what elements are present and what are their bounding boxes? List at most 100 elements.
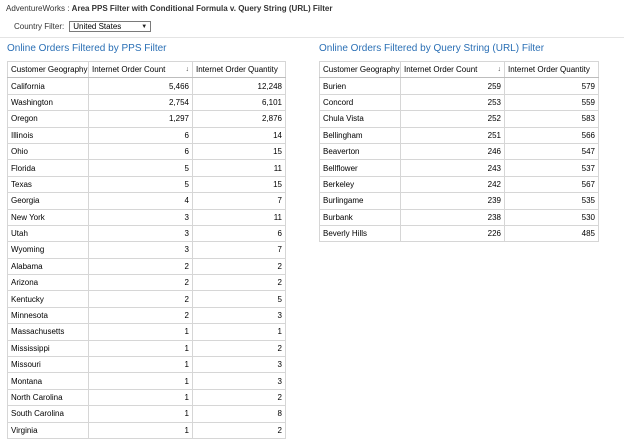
order-quantity-cell: 6: [192, 224, 286, 243]
country-filter-label: Country Filter:: [14, 22, 65, 31]
order-count-cell: 1: [88, 323, 193, 341]
geography-cell[interactable]: Mississippi: [7, 339, 89, 358]
column-header-order-quantity[interactable]: Internet Order Quantity: [192, 60, 286, 79]
order-quantity-cell: 530: [504, 208, 599, 226]
sort-descending-icon[interactable]: ↓: [498, 66, 502, 73]
geography-cell[interactable]: Beaverton: [319, 142, 401, 161]
order-count-cell: 1: [88, 388, 193, 407]
geography-cell[interactable]: Missouri: [7, 356, 89, 374]
order-count-cell: 2: [88, 290, 193, 308]
order-count-cell: 1: [88, 339, 193, 358]
table-row: Concord 253 559: [319, 93, 599, 112]
geography-cell[interactable]: Ohio: [7, 142, 89, 161]
order-quantity-cell: 7: [192, 241, 286, 259]
geography-cell[interactable]: New York: [7, 208, 89, 226]
table-row: Alabama 2 2: [7, 257, 286, 276]
geography-cell[interactable]: North Carolina: [7, 388, 89, 407]
order-quantity-cell: 2: [192, 257, 286, 276]
table-row: Wyoming 3 7: [7, 241, 286, 259]
geography-cell[interactable]: Georgia: [7, 192, 89, 210]
order-quantity-cell: 583: [504, 110, 599, 128]
geography-cell[interactable]: Bellingham: [319, 126, 401, 144]
order-count-cell: 242: [400, 175, 505, 194]
chevron-down-icon[interactable]: ▼: [141, 24, 147, 30]
order-quantity-cell: 535: [504, 192, 599, 210]
order-count-cell: 251: [400, 126, 505, 144]
table-row: Illinois 6 14: [7, 126, 286, 144]
geography-cell[interactable]: Florida: [7, 159, 89, 177]
order-quantity-cell: 3: [192, 306, 286, 325]
order-quantity-cell: 566: [504, 126, 599, 144]
table-row: Arizona 2 2: [7, 274, 286, 292]
table-row: Beverly Hills 226 485: [319, 224, 599, 243]
geography-cell[interactable]: California: [7, 77, 89, 95]
geography-cell[interactable]: Wyoming: [7, 241, 89, 259]
order-count-cell: 5: [88, 175, 193, 194]
geography-cell[interactable]: Arizona: [7, 274, 89, 292]
order-quantity-cell: 2,876: [192, 110, 286, 128]
geography-cell[interactable]: Chula Vista: [319, 110, 401, 128]
table-row: Burbank 238 530: [319, 208, 599, 226]
table-row: Minnesota 2 3: [7, 306, 286, 325]
order-quantity-cell: 5: [192, 290, 286, 308]
left-orders-table: Customer Geography Internet Order Count ↓…: [7, 60, 286, 439]
order-count-cell: 5: [88, 159, 193, 177]
table-row: Bellflower 243 537: [319, 159, 599, 177]
order-count-cell: 246: [400, 142, 505, 161]
geography-cell[interactable]: Texas: [7, 175, 89, 194]
order-quantity-cell: 7: [192, 192, 286, 210]
order-count-cell: 3: [88, 208, 193, 226]
order-quantity-cell: 12,248: [192, 77, 286, 95]
order-count-cell: 2,754: [88, 93, 193, 112]
order-count-cell: 2: [88, 257, 193, 276]
geography-cell[interactable]: Burlingame: [319, 192, 401, 210]
right-panel-title: Online Orders Filtered by Query String (…: [319, 43, 545, 54]
order-quantity-cell: 1: [192, 323, 286, 341]
country-filter-select[interactable]: United States ▼: [69, 21, 152, 32]
order-quantity-cell: 3: [192, 372, 286, 390]
order-quantity-cell: 537: [504, 159, 599, 177]
geography-cell[interactable]: Beverly Hills: [319, 224, 401, 243]
table-row: Oregon 1,297 2,876: [7, 110, 286, 128]
table-row: California 5,466 12,248: [7, 77, 286, 95]
order-count-cell: 259: [400, 77, 505, 95]
order-quantity-cell: 2: [192, 339, 286, 358]
header-divider: [0, 37, 624, 38]
geography-cell[interactable]: Illinois: [7, 126, 89, 144]
order-count-cell: 6: [88, 126, 193, 144]
table-row: Berkeley 242 567: [319, 175, 599, 194]
column-header-order-quantity[interactable]: Internet Order Quantity: [504, 60, 599, 79]
geography-cell[interactable]: Washington: [7, 93, 89, 112]
order-count-cell: 2: [88, 306, 193, 325]
geography-cell[interactable]: Kentucky: [7, 290, 89, 308]
order-count-cell: 5,466: [88, 77, 193, 95]
geography-cell[interactable]: Montana: [7, 372, 89, 390]
geography-cell[interactable]: Minnesota: [7, 306, 89, 325]
column-header-order-count[interactable]: Internet Order Count ↓: [400, 60, 505, 79]
order-count-cell: 2: [88, 274, 193, 292]
table-row: Beaverton 246 547: [319, 142, 599, 161]
geography-cell[interactable]: Utah: [7, 224, 89, 243]
geography-cell[interactable]: Alabama: [7, 257, 89, 276]
column-header-geography[interactable]: Customer Geography: [319, 60, 401, 79]
geography-cell[interactable]: Bellflower: [319, 159, 401, 177]
geography-cell[interactable]: Berkeley: [319, 175, 401, 194]
country-filter-value: United States: [73, 22, 122, 31]
order-count-cell: 253: [400, 93, 505, 112]
column-header-geography[interactable]: Customer Geography: [7, 60, 89, 79]
table-row: Missouri 1 3: [7, 356, 286, 374]
geography-cell[interactable]: Massachusetts: [7, 323, 89, 341]
geography-cell[interactable]: Burien: [319, 77, 401, 95]
geography-cell[interactable]: Virginia: [7, 421, 89, 439]
geography-cell[interactable]: Burbank: [319, 208, 401, 226]
geography-cell[interactable]: Oregon: [7, 110, 89, 128]
geography-cell[interactable]: South Carolina: [7, 405, 89, 423]
order-quantity-cell: 11: [192, 159, 286, 177]
geography-cell[interactable]: Concord: [319, 93, 401, 112]
site-name[interactable]: AdventureWorks :: [6, 4, 69, 13]
order-count-cell: 6: [88, 142, 193, 161]
table-row: New York 3 11: [7, 208, 286, 226]
table-row: Mississippi 1 2: [7, 339, 286, 358]
sort-descending-icon[interactable]: ↓: [186, 66, 190, 73]
column-header-order-count[interactable]: Internet Order Count ↓: [88, 60, 193, 79]
